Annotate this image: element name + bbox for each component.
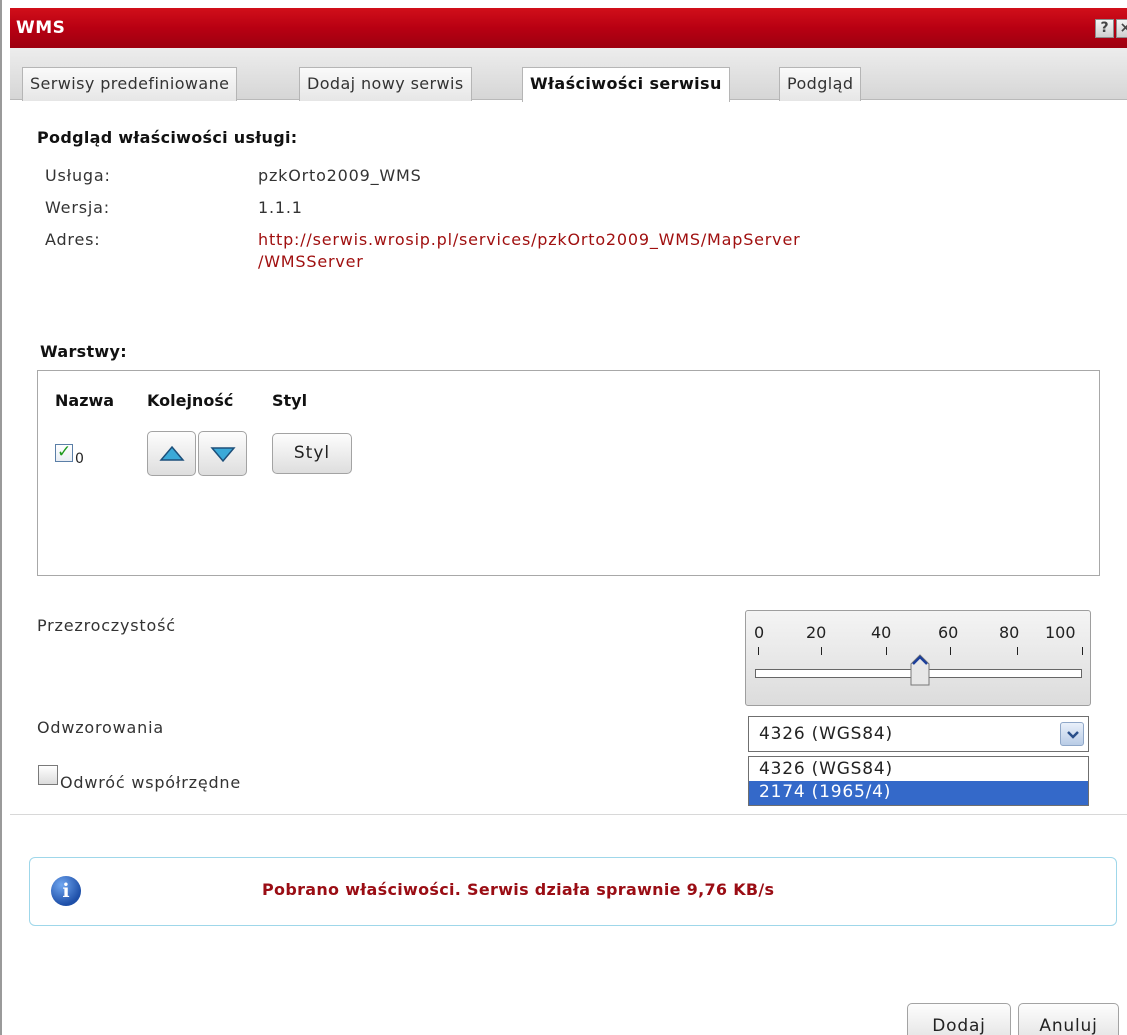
projection-dropdown-list: 4326 (WGS84) 2174 (1965/4) bbox=[748, 756, 1089, 806]
column-name-header: Nazwa bbox=[55, 391, 115, 410]
tick-mark bbox=[758, 647, 759, 655]
status-message: Pobrano właściwości. Serwis działa spraw… bbox=[262, 880, 775, 899]
properties-heading: Podgląd właściwości usługi: bbox=[37, 128, 298, 147]
tick-mark bbox=[821, 647, 822, 655]
column-order-header: Kolejność bbox=[147, 391, 234, 410]
transparency-label: Przezroczystość bbox=[37, 616, 176, 635]
move-up-button[interactable] bbox=[147, 431, 196, 476]
wms-dialog: WMS ? × Serwisy predefiniowane Dodaj now… bbox=[0, 0, 1127, 1035]
version-label: Wersja: bbox=[45, 198, 110, 217]
help-icon[interactable]: ? bbox=[1095, 19, 1114, 38]
slider-thumb[interactable] bbox=[909, 654, 931, 686]
cancel-button[interactable]: Anuluj bbox=[1018, 1003, 1119, 1035]
projection-selected-value: 4326 (WGS84) bbox=[759, 724, 893, 744]
projection-option-highlighted[interactable]: 2174 (1965/4) bbox=[749, 781, 1088, 805]
tick-label-80: 80 bbox=[999, 623, 1020, 642]
move-down-button[interactable] bbox=[198, 431, 247, 476]
chevron-down-icon[interactable] bbox=[1060, 722, 1084, 746]
chevron-down-glyph bbox=[1067, 731, 1079, 739]
arrow-down-icon bbox=[210, 447, 236, 463]
tick-mark bbox=[886, 647, 887, 655]
projection-option[interactable]: 4326 (WGS84) bbox=[749, 758, 1088, 782]
tab-add-new-service[interactable]: Dodaj nowy serwis bbox=[299, 67, 472, 101]
service-value: pzkOrto2009_WMS bbox=[258, 166, 422, 185]
arrow-up-icon bbox=[159, 445, 185, 461]
column-style-header: Styl bbox=[272, 391, 308, 410]
tick-label-20: 20 bbox=[806, 623, 827, 642]
status-message-box: i Pobrano właściwości. Serwis działa spr… bbox=[29, 857, 1117, 926]
version-value: 1.1.1 bbox=[258, 198, 303, 217]
add-button[interactable]: Dodaj bbox=[907, 1003, 1011, 1035]
layer-visible-checkbox[interactable] bbox=[55, 442, 73, 462]
tab-predefined-services[interactable]: Serwisy predefiniowane bbox=[22, 67, 238, 101]
tick-label-40: 40 bbox=[871, 623, 892, 642]
projection-select[interactable]: 4326 (WGS84) bbox=[748, 716, 1089, 752]
layer-style-button[interactable]: Styl bbox=[272, 433, 352, 474]
tab-bar: Serwisy predefiniowane Dodaj nowy serwis… bbox=[10, 48, 1127, 102]
tab-service-properties[interactable]: Właściwości serwisu bbox=[522, 67, 730, 102]
tick-mark bbox=[950, 647, 951, 655]
tick-mark bbox=[1082, 647, 1083, 655]
layer-name: 0 bbox=[75, 451, 84, 467]
address-line-2: /WMSServer bbox=[258, 252, 364, 271]
divider bbox=[10, 814, 1127, 815]
projection-label: Odwzorowania bbox=[37, 718, 164, 737]
swap-coords-label: Odwróć współrzędne bbox=[60, 773, 242, 792]
window-title: WMS bbox=[16, 18, 66, 38]
layers-heading: Warstwy: bbox=[40, 342, 127, 361]
tab-preview[interactable]: Podgląd bbox=[779, 67, 862, 101]
tick-label-60: 60 bbox=[938, 623, 959, 642]
service-label: Usługa: bbox=[45, 166, 111, 185]
transparency-slider[interactable]: 0 20 40 60 80 100 bbox=[745, 610, 1091, 706]
address-label: Adres: bbox=[45, 230, 101, 249]
address-line-1: http://serwis.wrosip.pl/services/pzkOrto… bbox=[258, 230, 801, 249]
info-icon: i bbox=[51, 876, 81, 906]
tick-label-100: 100 bbox=[1045, 623, 1076, 642]
close-icon[interactable]: × bbox=[1116, 19, 1127, 38]
layers-table: Nazwa Kolejność Styl 0 Styl bbox=[37, 370, 1100, 576]
title-bar: WMS ? × bbox=[10, 8, 1127, 48]
tick-mark bbox=[1017, 647, 1018, 655]
tick-label-0: 0 bbox=[754, 623, 765, 642]
properties-panel: Podgląd właściwości usługi: Usługa: pzkO… bbox=[10, 100, 1127, 1035]
address-link[interactable]: http://serwis.wrosip.pl/services/pzkOrto… bbox=[258, 229, 978, 273]
swap-coords-checkbox[interactable] bbox=[38, 765, 58, 785]
